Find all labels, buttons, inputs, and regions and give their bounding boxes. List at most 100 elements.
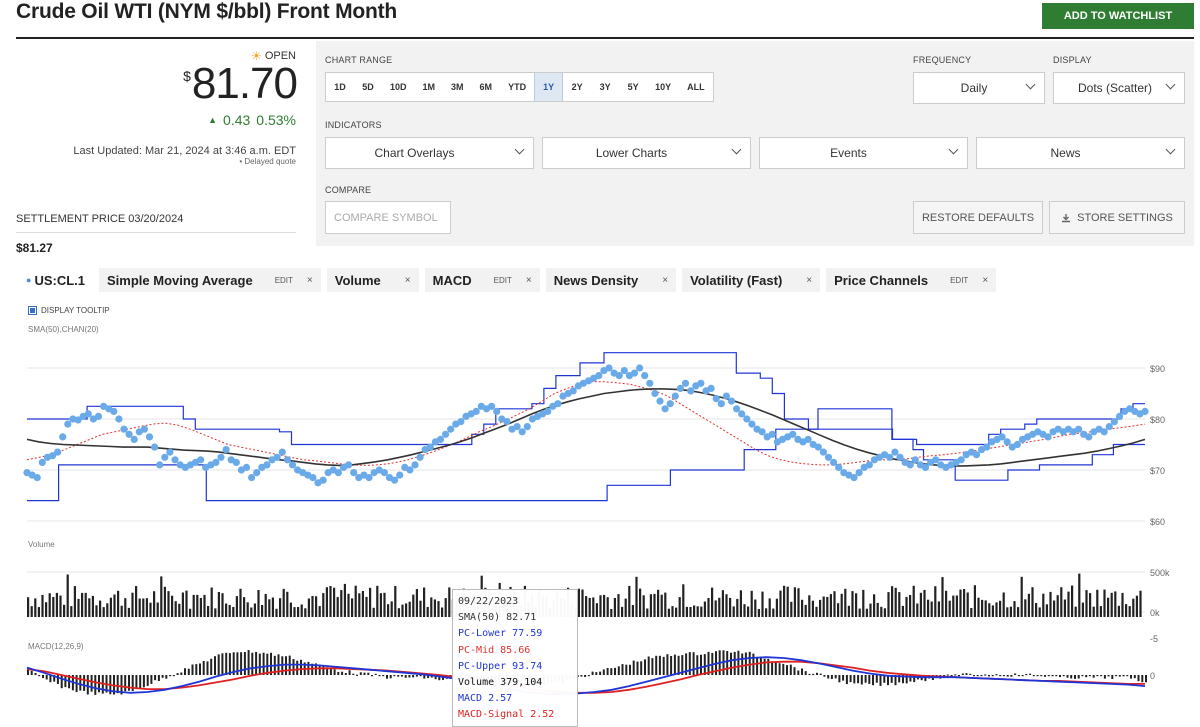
price-dot <box>983 443 991 451</box>
macd-histogram-bar <box>157 675 160 681</box>
price-dot <box>151 443 159 451</box>
macd-histogram-bar <box>243 652 246 675</box>
volume-bar <box>621 606 624 617</box>
price-dot <box>406 466 414 474</box>
price-dot <box>671 392 679 400</box>
macd-signal-line <box>26 660 1145 694</box>
volume-bar <box>714 600 717 617</box>
volume-bar <box>973 585 976 617</box>
volume-bar <box>999 600 1002 617</box>
price-dot <box>217 453 225 461</box>
price-dot <box>911 456 919 464</box>
volume-bar <box>279 598 282 617</box>
volume-bar <box>675 607 678 617</box>
volume-bar <box>599 595 602 617</box>
volume-bar <box>225 603 228 617</box>
volume-bar <box>1031 587 1034 617</box>
macd-histogram-bar <box>214 656 216 675</box>
tooltip-pc-upper: PC-Upper 93.74 <box>458 660 543 672</box>
macd-histogram-bar <box>135 675 138 690</box>
macd-histogram-bar <box>415 675 418 677</box>
macd-histogram-bar <box>262 652 265 675</box>
volume-bar <box>1049 591 1052 617</box>
macd-histogram-bar <box>602 669 605 675</box>
price-dot <box>554 400 562 408</box>
macd-histogram-bar <box>658 655 661 675</box>
price-dot <box>161 453 169 461</box>
volume-bar <box>732 606 735 617</box>
volume-bar <box>289 602 292 617</box>
price-dot <box>544 407 552 415</box>
volume-bar <box>433 599 436 617</box>
volume-bar <box>293 607 296 617</box>
macd-histogram-bar <box>845 675 848 685</box>
volume-bar <box>351 598 354 617</box>
macd-histogram-bar <box>700 654 702 675</box>
tooltip-date: 09/22/2023 <box>458 596 519 607</box>
volume-bar <box>300 604 303 617</box>
price-dot <box>278 448 286 456</box>
price-dot <box>891 448 899 456</box>
volume-bar <box>955 595 958 617</box>
macd-histogram-bar <box>195 664 198 675</box>
volume-bar <box>1045 604 1048 617</box>
volume-bar <box>981 599 984 617</box>
macd-histogram-bar <box>670 656 673 675</box>
volume-bar <box>257 590 260 617</box>
volume-bar <box>934 586 937 617</box>
tooltip-pc-mid: PC-Mid 85.66 <box>458 644 531 656</box>
volume-bar <box>693 605 696 617</box>
volume-bar <box>649 594 652 617</box>
volume-bar <box>1002 592 1005 617</box>
volume-bar <box>178 603 181 617</box>
volume-bar <box>927 599 930 617</box>
volume-bar <box>232 607 235 617</box>
price-dot <box>33 474 41 482</box>
price-tick-label: $90 <box>1150 364 1165 374</box>
macd-histogram-bar <box>169 675 172 677</box>
volume-bar <box>703 601 706 617</box>
macd-histogram-bar <box>1051 675 1054 677</box>
volume-bar <box>642 595 645 617</box>
macd-histogram-bar <box>958 675 960 677</box>
volume-bar <box>757 609 760 617</box>
volume-bar <box>747 606 750 617</box>
macd-histogram-bar <box>677 655 680 675</box>
price-dot <box>391 476 399 484</box>
macd-histogram-bar <box>879 675 882 686</box>
price-dot <box>738 410 746 418</box>
macd-histogram-bar <box>382 675 385 677</box>
price-dot <box>273 453 281 461</box>
volume-bar <box>1117 605 1120 617</box>
volume-bar <box>109 597 112 617</box>
volume-bar <box>354 585 357 617</box>
chart-tooltip: 09/22/2023 SMA(50) 82.71 PC-Lower 77.59 … <box>452 589 578 727</box>
volume-bar <box>869 603 872 617</box>
volume-bar <box>743 604 746 617</box>
volume-bar <box>1060 587 1063 617</box>
volume-bar <box>750 590 753 617</box>
price-dot <box>145 433 154 441</box>
volume-tick-label: 0k <box>1150 608 1160 618</box>
price-dot <box>171 456 179 464</box>
macd-histogram-bar <box>30 670 33 675</box>
volume-bar <box>37 607 40 617</box>
volume-bar <box>707 598 710 617</box>
price-dot <box>513 423 521 431</box>
macd-histogram-bar <box>804 671 807 675</box>
volume-bar <box>887 592 890 617</box>
volume-bar <box>340 590 343 617</box>
macd-histogram-bar <box>333 669 336 675</box>
macd-histogram-bar <box>617 666 620 675</box>
macd-histogram-bar <box>797 670 800 675</box>
volume-bar <box>664 592 667 617</box>
macd-histogram-bar <box>782 663 785 675</box>
macd-histogram-bar <box>344 673 347 675</box>
price-chart[interactable]: $90 $80 $70 $60 500k 0k 0 -5 <box>0 0 1200 727</box>
volume-bar <box>207 606 210 617</box>
volume-bar <box>1128 606 1131 617</box>
volume-bar <box>736 598 739 617</box>
price-dot <box>212 458 220 466</box>
macd-histogram-bar <box>759 656 762 675</box>
volume-bar <box>66 574 69 617</box>
